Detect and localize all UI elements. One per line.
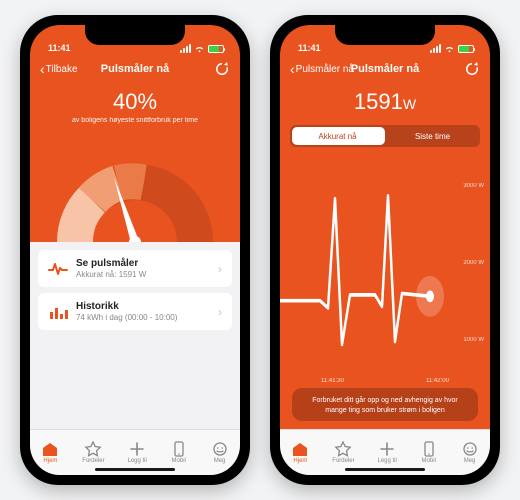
- back-button[interactable]: ‹ Pulsmåler nå: [290, 62, 354, 76]
- cards-area: Se pulsmåler Akkurat nå: 1591 W › Histor…: [30, 242, 240, 429]
- tab-meg[interactable]: Meg: [461, 441, 479, 464]
- x-tick-a: 11:41:30: [321, 378, 344, 384]
- status-time: 11:41: [298, 43, 321, 53]
- wifi-icon: [444, 45, 455, 53]
- segment-now[interactable]: Akkurat nå: [290, 125, 385, 147]
- tab-leggtil[interactable]: Legg til: [377, 441, 396, 464]
- phone-gauge: 11:41 ‹ Tilbake Pulsmåler nå 40% av boli…: [20, 15, 250, 485]
- watt-value: 1591: [354, 89, 403, 114]
- gauge: [40, 132, 230, 242]
- home-indicator: [95, 468, 175, 471]
- nav-bar: ‹ Pulsmåler nå Pulsmåler nå: [280, 53, 490, 85]
- pulse-line: [280, 155, 490, 388]
- cellular-icon: [180, 44, 191, 53]
- home-icon: [291, 441, 309, 457]
- card-title: Historikk: [76, 301, 210, 312]
- mobile-icon: [170, 441, 188, 457]
- tip-banner: Forbruket ditt går opp og ned avhengig a…: [292, 388, 478, 421]
- hero-gauge: 40% av boligens høyeste snittforbruk per…: [30, 85, 240, 242]
- refresh-icon[interactable]: [464, 61, 480, 77]
- page-title: Pulsmåler nå: [351, 63, 419, 75]
- tab-label: Mobil: [172, 458, 186, 464]
- battery-icon: [208, 45, 224, 53]
- wifi-icon: [194, 45, 205, 53]
- chevron-left-icon: ‹: [40, 62, 45, 76]
- hero-watt: 1591W: [280, 85, 490, 115]
- card-subtitle: Akkurat nå: 1591 W: [76, 270, 210, 279]
- tab-label: Hjem: [293, 458, 307, 464]
- tab-fordeler[interactable]: Fordeler: [332, 441, 354, 464]
- notch: [85, 25, 185, 45]
- tab-label: Fordeler: [332, 458, 354, 464]
- live-chart[interactable]: 3000 W 2000 W 1000 W 11:41:30 11:42:00: [280, 155, 490, 388]
- page-title: Pulsmåler nå: [101, 63, 169, 75]
- face-icon: [211, 441, 229, 457]
- tab-home[interactable]: Hjem: [41, 441, 59, 464]
- x-ticks: 11:41:30 11:42:00: [280, 378, 490, 384]
- percent-subtitle: av boligens høyeste snittforbruk per tim…: [40, 117, 230, 124]
- refresh-icon[interactable]: [214, 61, 230, 77]
- segmented-control[interactable]: Akkurat nå Siste time: [290, 125, 480, 147]
- card-subtitle: 74 kWh i dag (00:00 - 10:00): [76, 313, 210, 322]
- plus-icon: [128, 441, 146, 457]
- tab-mobil[interactable]: Mobil: [170, 441, 188, 464]
- battery-icon: [458, 45, 474, 53]
- tab-label: Mobil: [422, 458, 436, 464]
- screen-gauge: 11:41 ‹ Tilbake Pulsmåler nå 40% av boli…: [30, 25, 240, 475]
- pulse-icon: [48, 259, 68, 279]
- star-icon: [84, 441, 102, 457]
- segment-hour[interactable]: Siste time: [385, 125, 480, 147]
- notch: [335, 25, 435, 45]
- home-icon: [41, 441, 59, 457]
- face-icon: [461, 441, 479, 457]
- nav-bar: ‹ Tilbake Pulsmåler nå: [30, 53, 240, 85]
- tab-label: Fordeler: [82, 458, 104, 464]
- star-icon: [334, 441, 352, 457]
- tab-label: Legg til: [127, 458, 146, 464]
- chevron-right-icon: ›: [218, 305, 222, 319]
- screen-live: 11:41 ‹ Pulsmåler nå Pulsmåler nå 1591W …: [280, 25, 490, 475]
- card-title: Se pulsmåler: [76, 258, 210, 269]
- back-button[interactable]: ‹ Tilbake: [40, 62, 78, 76]
- tab-label: Hjem: [43, 458, 57, 464]
- tab-label: Meg: [214, 458, 226, 464]
- percent-value: 40%: [40, 89, 230, 115]
- home-indicator: [345, 468, 425, 471]
- x-tick-b: 11:42:00: [426, 378, 449, 384]
- chevron-right-icon: ›: [218, 262, 222, 276]
- tab-label: Legg til: [377, 458, 396, 464]
- status-indicators: [180, 44, 224, 53]
- tab-meg[interactable]: Meg: [211, 441, 229, 464]
- back-label: Pulsmåler nå: [296, 64, 354, 75]
- cellular-icon: [430, 44, 441, 53]
- status-time: 11:41: [48, 43, 71, 53]
- back-label: Tilbake: [46, 64, 78, 75]
- bar-chart-icon: [48, 302, 68, 322]
- status-indicators: [430, 44, 474, 53]
- plus-icon: [378, 441, 396, 457]
- card-live-meter[interactable]: Se pulsmåler Akkurat nå: 1591 W ›: [38, 250, 232, 287]
- chevron-left-icon: ‹: [290, 62, 295, 76]
- tab-fordeler[interactable]: Fordeler: [82, 441, 104, 464]
- tab-home[interactable]: Hjem: [291, 441, 309, 464]
- card-history[interactable]: Historikk 74 kWh i dag (00:00 - 10:00) ›: [38, 293, 232, 330]
- watt-unit: W: [403, 96, 416, 112]
- tab-leggtil[interactable]: Legg til: [127, 441, 146, 464]
- tab-label: Meg: [464, 458, 476, 464]
- tab-mobil[interactable]: Mobil: [420, 441, 438, 464]
- phone-live: 11:41 ‹ Pulsmåler nå Pulsmåler nå 1591W …: [270, 15, 500, 485]
- mobile-icon: [420, 441, 438, 457]
